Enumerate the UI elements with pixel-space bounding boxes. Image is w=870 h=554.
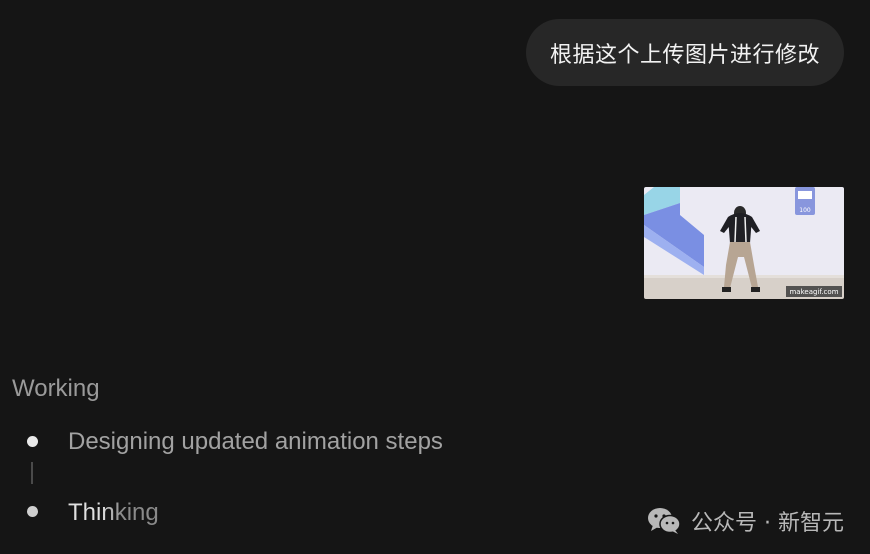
step-bullet-icon (27, 506, 38, 517)
makeagif-watermark: makeagif.com (789, 288, 838, 296)
watermark-text: 公众号 · 新智元 (691, 511, 844, 536)
source-watermark: 公众号 · 新智元 (647, 505, 844, 537)
step-label: Thinking (68, 499, 159, 526)
working-status-label: Working (12, 375, 100, 402)
user-message-bubble: 根据这个上传图片进行修改 (525, 19, 844, 86)
wechat-icon (647, 507, 681, 535)
dancer-image: 100 makeagif.com (644, 187, 844, 299)
user-message-text: 根据这个上传图片进行修改 (549, 42, 820, 68)
step-bullet-icon (27, 436, 38, 447)
uploaded-image-thumbnail[interactable]: 100 makeagif.com (644, 187, 844, 299)
badge-text: 100 (799, 207, 811, 214)
step-label: Designing updated animation steps (68, 428, 443, 455)
step-connector-line (31, 462, 33, 484)
